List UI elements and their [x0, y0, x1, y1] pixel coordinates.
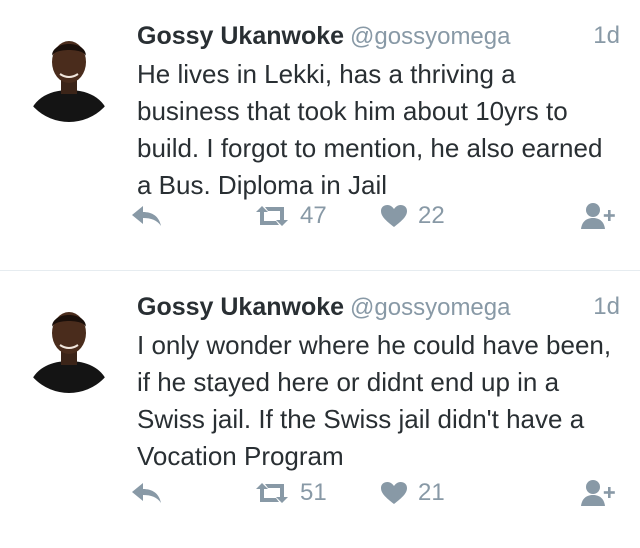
timestamp[interactable]: 1d — [593, 289, 620, 325]
tweet[interactable]: Gossy Ukanwoke @gossyomega 1d I only wond… — [0, 270, 640, 547]
tweet-header: Gossy Ukanwoke @gossyomega 1d — [137, 289, 620, 325]
follow-button[interactable] — [580, 473, 616, 513]
username[interactable]: @gossyomega — [350, 294, 510, 321]
tweet[interactable]: Gossy Ukanwoke @gossyomega 1d He lives in… — [0, 0, 640, 270]
timeline: Gossy Ukanwoke @gossyomega 1d He lives in… — [0, 0, 640, 548]
tweet-header: Gossy Ukanwoke @gossyomega 1d — [137, 18, 620, 54]
action-bar: 47 22 — [0, 196, 640, 236]
avatar-image — [20, 24, 118, 122]
retweet-button[interactable]: 47 — [254, 196, 327, 236]
tweet-text: He lives in Lekki, has a thriving a busi… — [137, 59, 603, 200]
retweet-icon — [256, 206, 288, 226]
avatar[interactable] — [20, 295, 118, 393]
reply-button[interactable] — [130, 196, 164, 236]
like-count: 22 — [418, 202, 445, 229]
like-button[interactable]: 21 — [380, 473, 445, 513]
avatar[interactable] — [20, 24, 118, 122]
follow-icon — [581, 480, 615, 506]
reply-icon — [132, 206, 161, 226]
like-count: 21 — [418, 479, 445, 506]
retweet-icon — [256, 483, 288, 503]
retweet-count: 51 — [300, 479, 327, 506]
follow-button[interactable] — [580, 196, 616, 236]
like-button[interactable]: 22 — [380, 196, 445, 236]
username[interactable]: @gossyomega — [350, 23, 510, 50]
avatar-image — [20, 295, 118, 393]
follow-icon — [581, 203, 615, 229]
reply-button[interactable] — [130, 473, 164, 513]
tweet-text: I only wonder where he could have been, … — [137, 330, 612, 471]
display-name[interactable]: Gossy Ukanwoke — [137, 293, 344, 321]
retweet-button[interactable]: 51 — [254, 473, 327, 513]
timestamp[interactable]: 1d — [593, 18, 620, 54]
heart-icon — [381, 482, 407, 504]
reply-icon — [132, 483, 161, 503]
heart-icon — [381, 205, 407, 227]
action-bar: 51 21 — [0, 473, 640, 513]
display-name[interactable]: Gossy Ukanwoke — [137, 22, 344, 50]
retweet-count: 47 — [300, 202, 327, 229]
